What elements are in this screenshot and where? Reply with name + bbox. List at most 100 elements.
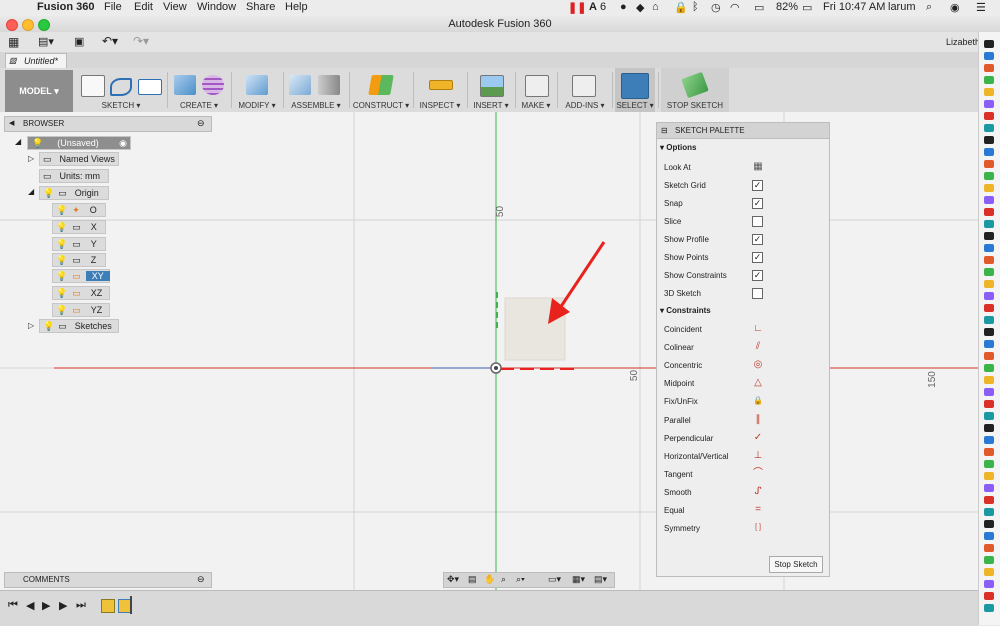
- option-row[interactable]: Snap ✓: [664, 195, 822, 213]
- origin-item-o[interactable]: 💡 ✦ O: [52, 203, 106, 217]
- lightbulb-icon[interactable]: 💡: [56, 222, 67, 233]
- new-component-icon[interactable]: [289, 75, 311, 95]
- checkbox-checked[interactable]: ✓: [752, 234, 763, 245]
- checkbox-unchecked[interactable]: [752, 216, 763, 227]
- constraint-row[interactable]: Colinear ⫽: [664, 339, 822, 357]
- coincident-icon[interactable]: ∟: [752, 323, 764, 335]
- home-icon[interactable]: ⌂: [652, 1, 659, 13]
- constraint-row[interactable]: Fix/UnFix 🔒: [664, 393, 822, 411]
- constraint-row[interactable]: Symmetry [ ]: [664, 520, 822, 538]
- zoom-icon[interactable]: ⌕: [501, 574, 506, 585]
- undo-icon[interactable]: ↶▾: [102, 34, 118, 48]
- pin-icon[interactable]: ⊖: [197, 118, 205, 129]
- dock-app-icon[interactable]: [984, 568, 994, 576]
- data-panel-grid-icon[interactable]: ▦: [8, 35, 19, 49]
- dock-app-icon[interactable]: [984, 100, 994, 108]
- origin-item-y[interactable]: 💡 ▭ Y: [52, 237, 106, 251]
- stop-sketch-icon[interactable]: [681, 71, 709, 99]
- lightbulb-icon[interactable]: 💡: [43, 321, 54, 332]
- timeline-sketch-feature[interactable]: [101, 599, 115, 613]
- tree-named-views[interactable]: ▭ Named Views: [39, 152, 119, 166]
- app-menu[interactable]: Fusion 360: [37, 1, 94, 13]
- pin-icon[interactable]: ⊖: [197, 574, 205, 585]
- assemble-menu[interactable]: ASSEMBLE ▾: [286, 101, 346, 110]
- look-at-icon[interactable]: ▦: [752, 161, 764, 173]
- dock-app-icon[interactable]: [984, 136, 994, 144]
- dock-app-icon[interactable]: [984, 160, 994, 168]
- step-forward-icon[interactable]: ▶: [42, 599, 50, 612]
- dock-app-icon[interactable]: [984, 496, 994, 504]
- dock-app-icon[interactable]: [984, 508, 994, 516]
- tree-sketches[interactable]: 💡 ▭ Sketches: [39, 319, 119, 333]
- press-pull-icon[interactable]: [246, 75, 268, 95]
- spotlight-icon[interactable]: ⌕: [926, 1, 932, 14]
- equal-icon[interactable]: =: [752, 504, 764, 516]
- checkbox-unchecked[interactable]: [752, 288, 763, 299]
- look-at-icon[interactable]: ▤: [468, 574, 477, 585]
- document-tab[interactable]: ▧ Untitled*: [5, 53, 67, 69]
- dock-app-icon[interactable]: [984, 184, 994, 192]
- dock-app-icon[interactable]: [984, 172, 994, 180]
- dock-app-icon[interactable]: [984, 196, 994, 204]
- dock-app-icon[interactable]: [984, 232, 994, 240]
- measure-icon[interactable]: [429, 80, 453, 90]
- airplay-icon[interactable]: ▭: [754, 1, 764, 14]
- stop-sketch-group[interactable]: STOP SKETCH: [661, 68, 729, 112]
- go-to-start-icon[interactable]: ⏮: [8, 599, 18, 612]
- expand-root-icon[interactable]: ◢: [15, 137, 21, 146]
- joint-icon[interactable]: [318, 75, 340, 95]
- dock-app-icon[interactable]: [984, 280, 994, 288]
- adobe-icon[interactable]: A: [589, 1, 597, 13]
- constraints-section-header[interactable]: ▾ Constraints: [660, 306, 711, 315]
- dock-app-icon[interactable]: [984, 220, 994, 228]
- bluetooth-icon[interactable]: ᛒ: [692, 1, 699, 13]
- stop-sketch-button[interactable]: Stop Sketch: [769, 556, 823, 573]
- menu-edit[interactable]: Edit: [134, 1, 153, 13]
- dock-app-icon[interactable]: [984, 352, 994, 360]
- offset-plane-icon[interactable]: [368, 75, 394, 95]
- play-icon[interactable]: ▶: [59, 599, 67, 612]
- orbit-icon[interactable]: ✥▾: [447, 574, 459, 585]
- dock-app-icon[interactable]: [984, 148, 994, 156]
- sketch-palette-header[interactable]: ⊟ SKETCH PALETTE: [657, 123, 829, 139]
- dock-app-icon[interactable]: [984, 328, 994, 336]
- save-icon[interactable]: ▣: [74, 35, 84, 48]
- insert-menu[interactable]: INSERT ▾: [470, 101, 512, 110]
- go-to-end-icon[interactable]: ⏭: [76, 599, 86, 612]
- tree-origin[interactable]: 💡 ▭ Origin: [39, 186, 109, 200]
- horizontal-vertical-icon[interactable]: ⊥: [752, 450, 764, 462]
- select-cursor-icon[interactable]: [621, 73, 649, 99]
- rectangle-icon[interactable]: [138, 79, 162, 95]
- dock-app-icon[interactable]: [984, 460, 994, 468]
- expand-sketches-icon[interactable]: ▷: [28, 321, 34, 330]
- constraint-row[interactable]: Concentric ◎: [664, 357, 822, 375]
- menu-view[interactable]: View: [163, 1, 187, 13]
- constraint-row[interactable]: Midpoint △: [664, 375, 822, 393]
- addins-menu[interactable]: ADD-INS ▾: [560, 101, 610, 110]
- minimize-palette-icon[interactable]: ⊟: [661, 126, 668, 135]
- wifi-icon[interactable]: ◠: [730, 1, 740, 14]
- notification-center-icon[interactable]: ☰: [976, 1, 986, 14]
- dock-app-icon[interactable]: [984, 304, 994, 312]
- perpendicular-icon[interactable]: ✓: [752, 432, 764, 444]
- constraint-row[interactable]: Perpendicular ✓: [664, 430, 822, 448]
- construct-menu[interactable]: CONSTRUCT ▾: [352, 101, 410, 110]
- dock-app-icon[interactable]: [984, 112, 994, 120]
- comments-panel-header[interactable]: COMMENTS ⊖: [4, 572, 212, 588]
- fit-icon[interactable]: ⌕▾: [516, 574, 525, 585]
- grid-settings-icon[interactable]: ▦▾: [572, 574, 585, 585]
- origin-item-xy[interactable]: 💡 ▭ XY: [52, 269, 110, 283]
- line-icon[interactable]: [110, 78, 132, 96]
- colinear-icon[interactable]: ⫽: [752, 341, 764, 353]
- constraint-row[interactable]: Coincident ∟: [664, 321, 822, 339]
- dock-app-icon[interactable]: [984, 592, 994, 600]
- constraint-row[interactable]: Smooth ᔑ: [664, 484, 822, 502]
- tangent-icon[interactable]: ⌒: [752, 468, 764, 480]
- checkbox-checked[interactable]: ✓: [752, 252, 763, 263]
- lightbulb-icon[interactable]: 💡: [56, 305, 67, 316]
- pan-icon[interactable]: ✋: [484, 574, 495, 585]
- dock-app-icon[interactable]: [984, 268, 994, 276]
- tree-root[interactable]: 💡 (Unsaved) ◉: [27, 136, 131, 150]
- constraint-row[interactable]: Tangent ⌒: [664, 466, 822, 484]
- expand-origin-icon[interactable]: ◢: [28, 187, 34, 196]
